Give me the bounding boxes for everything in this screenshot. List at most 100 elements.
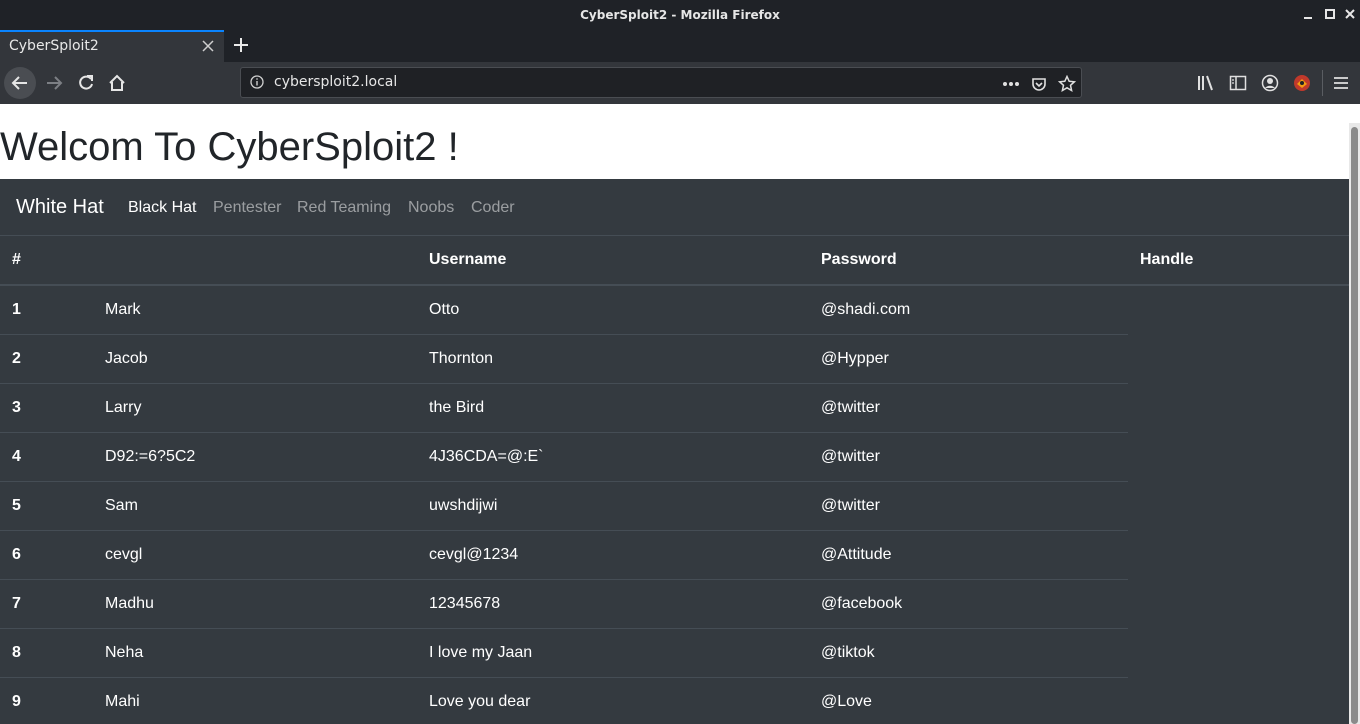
row-password: @shadi.com <box>809 284 1128 334</box>
row-number: 9 <box>0 676 93 724</box>
minimize-icon[interactable] <box>1301 7 1315 21</box>
window-title: CyberSploit2 - Mozilla Firefox <box>580 8 780 22</box>
column-header-number: # <box>0 236 93 286</box>
row-name: Madhu <box>93 578 417 628</box>
users-table: # Username Password Handle 1 Mark Otto @… <box>0 236 1349 724</box>
page-title: Welcom To CyberSploit2 ! <box>0 125 459 169</box>
tab-close-icon[interactable] <box>200 37 216 55</box>
row-name: Mahi <box>93 676 417 724</box>
nav-link-black-hat[interactable]: Black Hat <box>128 199 196 217</box>
row-password: @Love <box>809 676 1128 724</box>
row-number: 3 <box>0 382 93 432</box>
row-username: Love you dear <box>417 676 809 724</box>
row-handle <box>1128 628 1349 677</box>
page-top-spacing <box>0 104 1360 123</box>
row-password: @Attitude <box>809 529 1128 579</box>
table-header-row: # Username Password Handle <box>0 236 1349 286</box>
row-password: @twitter <box>809 480 1128 530</box>
extension-icon[interactable] <box>1291 72 1313 94</box>
site-info-icon[interactable] <box>250 75 264 89</box>
table-row: 2 Jacob Thornton @Hypper <box>0 333 1349 383</box>
library-icon[interactable] <box>1195 72 1217 94</box>
hero-section: Welcom To CyberSploit2 ! <box>0 123 1349 179</box>
row-username: cevgl@1234 <box>417 529 809 579</box>
tab-label: CyberSploit2 <box>9 38 99 54</box>
url-bar[interactable]: cybersploit2.local <box>240 67 1082 98</box>
table-row: 3 Larry the Bird @twitter <box>0 382 1349 432</box>
row-username: the Bird <box>417 382 809 432</box>
row-handle <box>1128 579 1349 628</box>
nav-link-noobs[interactable]: Noobs <box>408 199 454 217</box>
page-scrollbar[interactable] <box>1349 123 1360 724</box>
column-header-handle: Handle <box>1128 236 1349 286</box>
page-content: Welcom To CyberSploit2 ! White Hat Black… <box>0 123 1349 724</box>
sidebar-icon[interactable] <box>1227 72 1249 94</box>
table-row: 9 Mahi Love you dear @Love <box>0 676 1349 724</box>
table-row: 4 D92:=6?5C2 4J36CDA=@:E` @twitter <box>0 431 1349 481</box>
table-row: 1 Mark Otto @shadi.com <box>0 284 1349 334</box>
table-row: 7 Madhu 12345678 @facebook <box>0 578 1349 628</box>
table-row: 6 cevgl cevgl@1234 @Attitude <box>0 529 1349 579</box>
browser-toolbar: cybersploit2.local <box>0 62 1360 104</box>
row-name: Sam <box>93 480 417 530</box>
column-header-password: Password <box>809 236 1128 286</box>
row-handle <box>1128 285 1349 334</box>
row-username: Otto <box>417 284 809 334</box>
row-number: 5 <box>0 480 93 530</box>
row-handle <box>1128 530 1349 579</box>
row-name: Mark <box>93 284 417 334</box>
toolbar-separator <box>1322 70 1323 96</box>
navbar-brand[interactable]: White Hat <box>16 196 104 219</box>
maximize-icon[interactable] <box>1323 7 1337 21</box>
row-number: 4 <box>0 431 93 481</box>
row-password: @twitter <box>809 431 1128 481</box>
bookmark-star-icon[interactable] <box>1057 74 1077 94</box>
page-actions-icon[interactable] <box>1001 74 1021 94</box>
nav-link-red-teaming[interactable]: Red Teaming <box>297 199 391 217</box>
table-row: 8 Neha I love my Jaan @tiktok <box>0 627 1349 677</box>
row-name: Larry <box>93 382 417 432</box>
close-window-icon[interactable] <box>1343 7 1357 21</box>
row-name: D92:=6?5C2 <box>93 431 417 481</box>
forward-icon[interactable] <box>38 67 70 99</box>
window-titlebar: CyberSploit2 - Mozilla Firefox <box>0 0 1360 30</box>
row-username: 4J36CDA=@:E` <box>417 431 809 481</box>
nav-link-pentester[interactable]: Pentester <box>213 199 281 217</box>
browser-tab[interactable]: CyberSploit2 <box>0 30 224 62</box>
row-handle <box>1128 334 1349 383</box>
home-icon[interactable] <box>101 67 133 99</box>
row-password: @tiktok <box>809 627 1128 677</box>
row-password: @twitter <box>809 382 1128 432</box>
reload-icon[interactable] <box>70 67 102 99</box>
account-icon[interactable] <box>1259 72 1281 94</box>
row-username: I love my Jaan <box>417 627 809 677</box>
row-username: Thornton <box>417 333 809 383</box>
column-header-name <box>93 236 417 286</box>
row-number: 8 <box>0 627 93 677</box>
pocket-icon[interactable] <box>1029 74 1049 94</box>
site-navbar: White Hat Black Hat Pentester Red Teamin… <box>0 179 1349 236</box>
row-password: @facebook <box>809 578 1128 628</box>
menu-icon[interactable] <box>1330 72 1352 94</box>
row-number: 7 <box>0 578 93 628</box>
row-name: Neha <box>93 627 417 677</box>
row-username: 12345678 <box>417 578 809 628</box>
row-username: uwshdijwi <box>417 480 809 530</box>
row-number: 2 <box>0 333 93 383</box>
column-header-username: Username <box>417 236 809 286</box>
row-handle <box>1128 481 1349 530</box>
row-password: @Hypper <box>809 333 1128 383</box>
row-number: 6 <box>0 529 93 579</box>
url-text[interactable]: cybersploit2.local <box>274 74 397 90</box>
back-icon[interactable] <box>4 67 36 99</box>
table-row: 5 Sam uwshdijwi @twitter <box>0 480 1349 530</box>
tab-strip: CyberSploit2 <box>0 30 1360 62</box>
new-tab-icon[interactable] <box>230 32 252 58</box>
scrollbar-thumb[interactable] <box>1351 127 1358 724</box>
row-handle <box>1128 677 1349 724</box>
row-name: cevgl <box>93 529 417 579</box>
nav-link-coder[interactable]: Coder <box>471 199 515 217</box>
row-handle <box>1128 383 1349 432</box>
row-handle <box>1128 432 1349 481</box>
row-number: 1 <box>0 284 93 334</box>
